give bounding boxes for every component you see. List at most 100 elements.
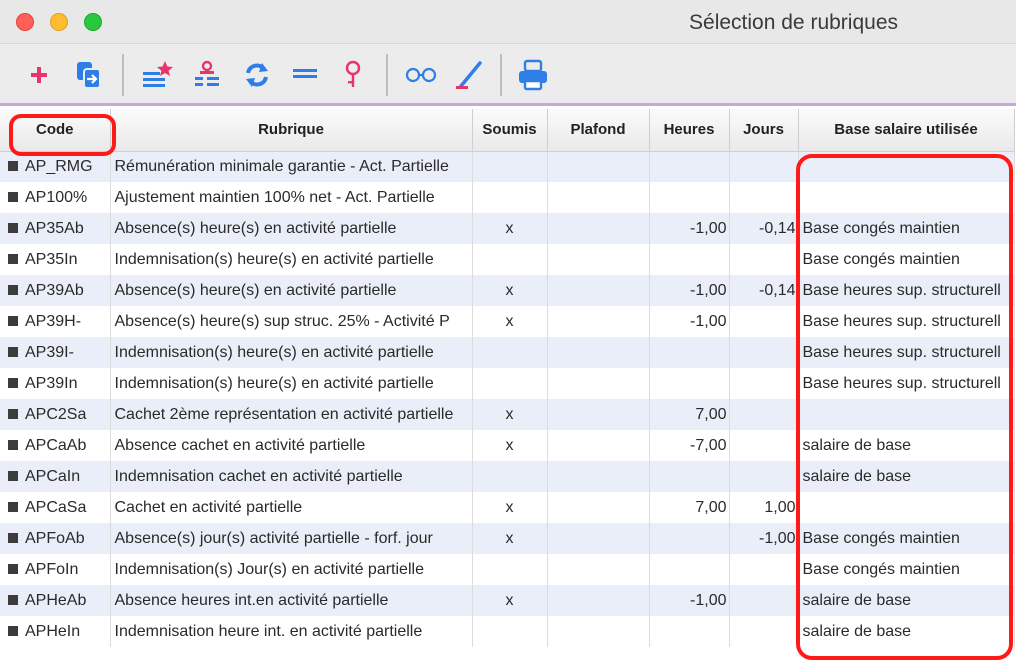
table-row[interactable]: APHeAb Absence heures int.en activité par… [0, 585, 1015, 616]
column-header-rubrique[interactable]: Rubrique [110, 109, 473, 152]
list-user-button[interactable] [190, 58, 224, 92]
cell-base: Base congés maintien [798, 213, 1015, 244]
table-row[interactable]: APC2Sa Cachet 2ème représentation en acti… [0, 399, 1015, 430]
cell-soumis: x [472, 399, 548, 430]
table-row[interactable]: APCaAb Absence cachet en activité partiel… [0, 430, 1015, 461]
column-header-jours[interactable]: Jours [729, 109, 799, 152]
code-text: AP35Ab [25, 219, 84, 237]
cell-base: salaire de base [798, 585, 1015, 616]
cell-soumis: x [472, 585, 548, 616]
cell-base: salaire de base [798, 616, 1015, 647]
cell-soumis: x [472, 523, 548, 554]
preview-button[interactable] [404, 58, 438, 92]
cell-jours [729, 151, 799, 182]
cell-soumis: x [472, 275, 548, 306]
table-row[interactable]: APCaSa Cachet en activité partielle x 7,00 1… [0, 492, 1015, 523]
pin-button[interactable] [336, 58, 370, 92]
cell-code: AP39H- [0, 306, 111, 337]
table-row[interactable]: AP100% Ajustement maintien 100% net - Act… [0, 182, 1015, 213]
code-text: AP35In [25, 250, 78, 268]
column-header-soumis[interactable]: Soumis [472, 109, 548, 152]
maximize-window-button[interactable] [84, 13, 102, 31]
edit-button[interactable] [452, 58, 486, 92]
cell-jours: 1,00 [729, 492, 799, 523]
cell-rubrique: Indemnisation(s) heure(s) en activité pa… [110, 244, 473, 275]
refresh-button[interactable] [240, 58, 274, 92]
cell-heures [649, 461, 730, 492]
export-button[interactable] [72, 58, 106, 92]
cell-base: Base congés maintien [798, 523, 1015, 554]
table-row[interactable]: AP35In Indemnisation(s) heure(s) en activ… [0, 244, 1015, 275]
cell-soumis: x [472, 430, 548, 461]
cell-rubrique: Indemnisation(s) heure(s) en activité pa… [110, 368, 473, 399]
cell-base [798, 182, 1015, 213]
print-button[interactable] [516, 58, 550, 92]
cell-rubrique: Rémunération minimale garantie - Act. Pa… [110, 151, 473, 182]
cell-rubrique: Absence heures int.en activité partielle [110, 585, 473, 616]
equals-icon [293, 69, 317, 78]
cell-rubrique: Indemnisation(s) heure(s) en activité pa… [110, 337, 473, 368]
row-bullet-icon [8, 594, 18, 605]
table-row[interactable]: AP39In Indemnisation(s) heure(s) en activ… [0, 368, 1015, 399]
toolbar-separator [386, 54, 388, 96]
minimize-window-button[interactable] [50, 13, 68, 31]
cell-heures [649, 616, 730, 647]
code-text: APHeIn [25, 622, 81, 640]
cell-heures [649, 151, 730, 182]
export-icon [77, 62, 101, 89]
close-window-button[interactable] [16, 13, 34, 31]
table-row[interactable]: AP39Ab Absence(s) heure(s) en activité pa… [0, 275, 1015, 306]
cell-soumis [472, 616, 548, 647]
cell-base: salaire de base [798, 430, 1015, 461]
cell-jours: -0,14 [729, 213, 799, 244]
window-title: Sélection de rubriques [689, 11, 898, 34]
cell-soumis [472, 337, 548, 368]
table-row[interactable]: APCaIn Indemnisation cachet en activité p… [0, 461, 1015, 492]
code-text: AP_RMG [25, 157, 93, 175]
row-bullet-icon [8, 160, 18, 171]
cell-jours: -0,14 [729, 275, 799, 306]
toolbar-separator [500, 54, 502, 96]
add-button[interactable] [22, 58, 56, 92]
column-header-code[interactable]: Code [0, 109, 111, 152]
title-bar: Sélection de rubriques [0, 0, 1016, 44]
cell-rubrique: Absence(s) heure(s) en activité partiell… [110, 275, 473, 306]
cell-code: APCaIn [0, 461, 111, 492]
column-header-heures[interactable]: Heures [649, 109, 730, 152]
cell-jours [729, 337, 799, 368]
cell-code: APC2Sa [0, 399, 111, 430]
cell-code: APHeAb [0, 585, 111, 616]
cell-code: AP39I- [0, 337, 111, 368]
add-icon [31, 67, 47, 83]
table-row[interactable]: APFoIn Indemnisation(s) Jour(s) en activi… [0, 554, 1015, 585]
cell-jours [729, 182, 799, 213]
table-row[interactable]: AP39H- Absence(s) heure(s) sup struc. 25%… [0, 306, 1015, 337]
equals-button[interactable] [288, 58, 322, 92]
table-row[interactable]: APFoAb Absence(s) jour(s) activité partie… [0, 523, 1015, 554]
table-row[interactable]: AP35Ab Absence(s) heure(s) en activité pa… [0, 213, 1015, 244]
cell-base [798, 492, 1015, 523]
cell-heures: -1,00 [649, 306, 730, 337]
column-header-plafond[interactable]: Plafond [547, 109, 650, 152]
code-text: AP39I- [25, 343, 74, 361]
cell-jours [729, 368, 799, 399]
code-text: APFoAb [25, 529, 85, 547]
table-row[interactable]: AP_RMG Rémunération minimale garantie - A… [0, 151, 1015, 182]
cell-rubrique: Cachet 2ème représentation en activité p… [110, 399, 473, 430]
cell-plafond [547, 399, 650, 430]
code-text: APFoIn [25, 560, 79, 578]
cell-heures: -7,00 [649, 430, 730, 461]
cell-jours [729, 244, 799, 275]
printer-icon [519, 59, 547, 91]
cell-heures [649, 368, 730, 399]
table-row[interactable]: AP39I- Indemnisation(s) heure(s) en activ… [0, 337, 1015, 368]
cell-heures: -1,00 [649, 213, 730, 244]
cell-rubrique: Ajustement maintien 100% net - Act. Part… [110, 182, 473, 213]
toolbar-separator [122, 54, 124, 96]
row-bullet-icon [8, 625, 18, 636]
list-star-button[interactable] [140, 58, 174, 92]
cell-plafond [547, 275, 650, 306]
column-header-base[interactable]: Base salaire utilisée [798, 109, 1015, 152]
table-row[interactable]: APHeIn Indemnisation heure int. en activi… [0, 616, 1015, 647]
row-bullet-icon [8, 377, 18, 388]
